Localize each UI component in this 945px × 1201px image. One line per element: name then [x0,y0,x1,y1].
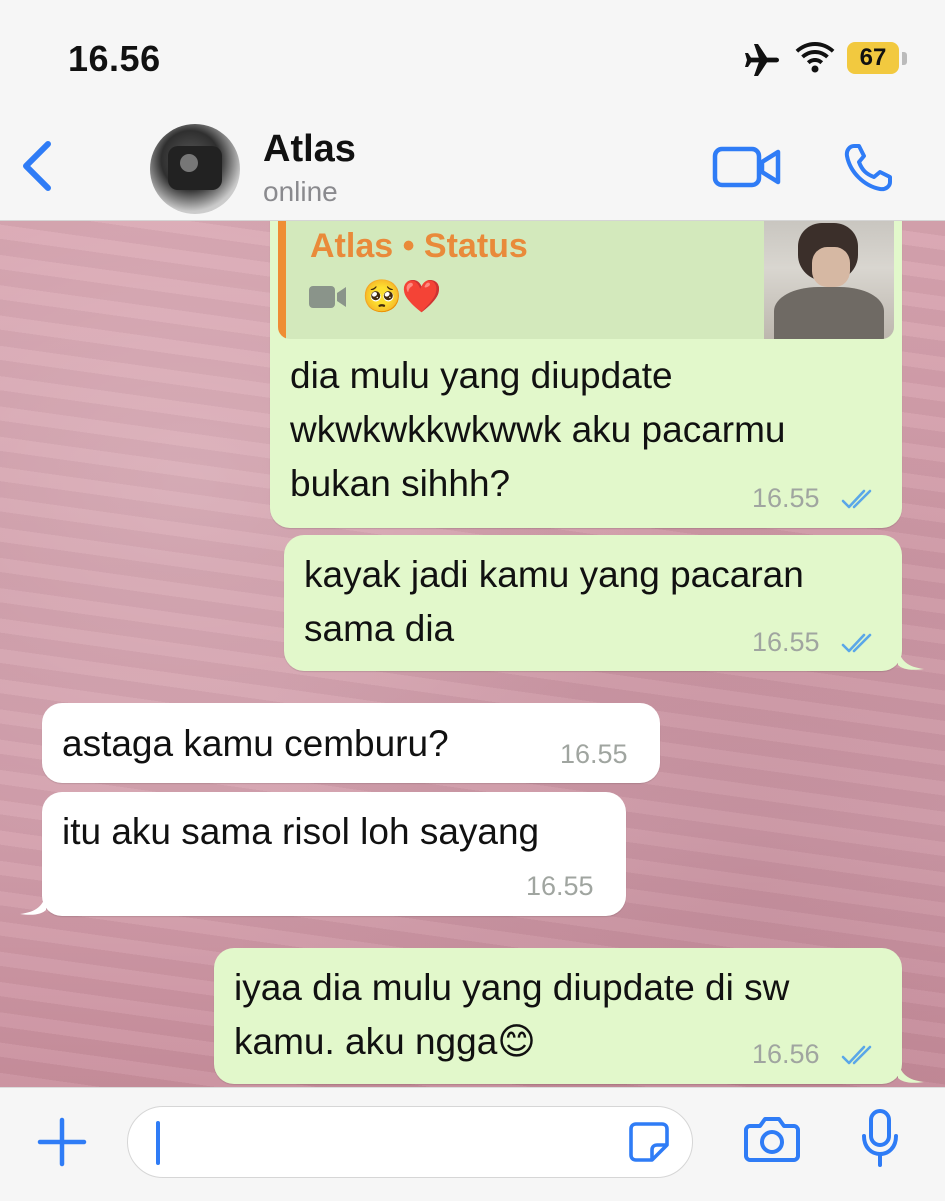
bubble-tail [20,892,46,915]
contact-status: online [263,176,338,207]
status-time: 16.56 [68,38,161,79]
phone-icon[interactable] [840,140,896,196]
message-input[interactable] [127,1106,693,1178]
quote-accent-bar [278,221,286,339]
message-line: kayak jadi kamu yang pacaran [304,554,804,595]
status-thumbnail [764,221,894,339]
message-line: wkwkwkkwkwwk aku pacarmu [290,409,786,450]
message-time: 16.55 [526,871,594,901]
wifi-icon [795,42,835,73]
chat-area[interactable]: Atlas • Status 🥺❤️ dia mulu yang diupdat… [0,221,945,1087]
text-cursor [156,1121,160,1165]
message-time: 16.55 [752,483,820,513]
quoted-status[interactable]: Atlas • Status 🥺❤️ [278,221,894,339]
avatar[interactable] [150,124,240,214]
message-text: dia mulu yang diupdate wkwkwkkwkwwk aku … [290,349,786,511]
message-line: dia mulu yang diupdate [290,355,673,396]
message-text: itu aku sama risol loh sayang [62,811,540,852]
bubble-tail [898,1060,924,1083]
contact-name[interactable]: Atlas [263,128,356,171]
read-ticks-icon [841,1045,872,1065]
quote-emoji: 🥺❤️ [362,278,442,314]
sticker-icon[interactable] [628,1121,670,1163]
battery-indicator: 67 [847,42,899,74]
message-line: iyaa dia mulu yang diupdate di sw [234,967,790,1008]
message-line: kamu. aku ngga😊 [234,1021,536,1062]
message-text: astaga kamu cemburu? [62,723,449,764]
message-time: 16.56 [752,1039,820,1069]
message-time: 16.55 [560,739,628,769]
message-line: bukan sihhh? [290,463,511,504]
message-text: kayak jadi kamu yang pacaran sama dia [304,548,804,656]
chat-header: Atlas online [0,110,945,221]
bubble-tail [898,647,924,670]
message-line: sama dia [304,608,455,649]
airplane-icon [745,44,779,76]
back-chevron-icon[interactable] [18,138,58,194]
message-text: iyaa dia mulu yang diupdate di sw kamu. … [234,961,789,1069]
video-call-icon[interactable] [712,144,782,190]
microphone-icon[interactable] [860,1108,900,1168]
read-ticks-icon [841,633,872,653]
input-bar [0,1087,945,1201]
camera-icon[interactable] [744,1114,800,1164]
status-bar: 16.56 67 [0,0,945,110]
plus-icon[interactable] [36,1116,88,1168]
read-ticks-icon [841,489,872,509]
battery-cap [902,52,907,65]
quote-title: Atlas • Status [310,227,528,265]
video-camera-icon [309,286,346,308]
message-time: 16.55 [752,627,820,657]
